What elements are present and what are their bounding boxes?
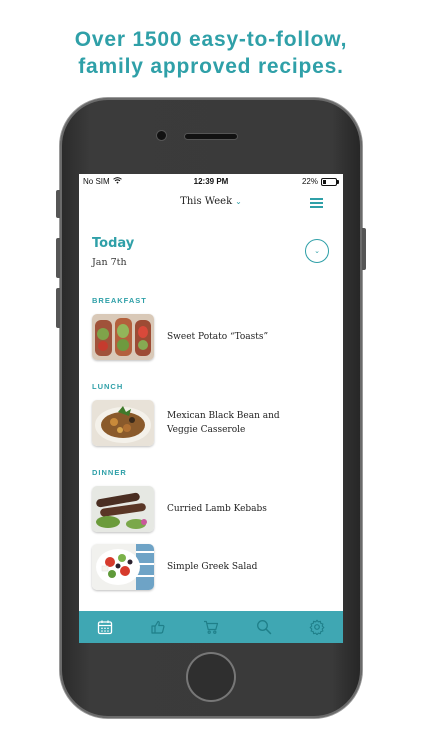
tab-calendar[interactable] — [92, 616, 118, 638]
promo-line-1: Over 1500 easy-to-follow, — [74, 28, 348, 51]
earpiece-speaker — [185, 134, 237, 139]
day-title: Today — [92, 236, 135, 251]
volume-down-button — [56, 288, 60, 328]
battery-icon — [321, 177, 339, 186]
meal-photo — [92, 486, 154, 532]
meal-item-lunch[interactable]: Mexican Black Bean and Veggie Casserole — [92, 400, 332, 446]
tab-shopping-list[interactable] — [198, 616, 224, 638]
battery-fill — [323, 179, 326, 184]
section-label-dinner: DINNER — [92, 468, 127, 477]
meal-title: Mexican Black Bean and Veggie Casserole — [167, 411, 280, 435]
tab-favorites[interactable] — [145, 616, 171, 638]
tab-search[interactable] — [251, 616, 277, 638]
search-icon — [256, 620, 272, 635]
volume-up-button — [56, 238, 60, 278]
shopping-cart-icon — [203, 620, 219, 634]
gear-icon — [309, 619, 324, 635]
calendar-icon — [98, 620, 113, 635]
day-date: Jan 7th — [92, 257, 127, 268]
thumbs-up-icon — [151, 620, 165, 634]
promo-headline: Over 1500 easy-to-follow, family approve… — [0, 26, 422, 80]
expand-day-button[interactable]: ⌄ — [305, 239, 329, 263]
meal-photo — [92, 314, 154, 360]
app-screen: No SIM 12:39 PM 22% This Week ⌄ Today Jan… — [79, 174, 343, 643]
meal-item-breakfast[interactable]: Sweet Potato “Toasts” — [92, 314, 332, 360]
section-label-lunch: LUNCH — [92, 382, 124, 391]
tab-bar — [79, 611, 343, 643]
chevron-down-icon: ⌄ — [235, 197, 242, 206]
nav-bar: This Week ⌄ — [79, 190, 343, 214]
week-label: This Week — [180, 196, 233, 207]
week-selector[interactable]: This Week ⌄ — [79, 196, 343, 207]
meal-title: Simple Greek Salad — [167, 562, 258, 572]
meal-title: Sweet Potato “Toasts” — [167, 332, 269, 342]
meal-photo — [92, 544, 154, 590]
promo-line-2: family approved recipes. — [78, 55, 344, 78]
hamburger-menu-icon[interactable] — [310, 198, 323, 208]
home-button[interactable] — [188, 654, 234, 700]
meal-photo — [92, 400, 154, 446]
meal-title: Curried Lamb Kebabs — [167, 504, 267, 514]
section-label-breakfast: BREAKFAST — [92, 296, 147, 305]
chevron-down-icon: ⌄ — [314, 247, 320, 255]
battery-percent: 22% — [301, 177, 318, 186]
meal-item-dinner-1[interactable]: Curried Lamb Kebabs — [92, 486, 332, 532]
meal-item-dinner-2[interactable]: Simple Greek Salad — [92, 544, 332, 590]
tab-settings[interactable] — [304, 616, 330, 638]
front-camera — [157, 131, 166, 140]
status-bar: No SIM 12:39 PM 22% — [79, 174, 343, 188]
